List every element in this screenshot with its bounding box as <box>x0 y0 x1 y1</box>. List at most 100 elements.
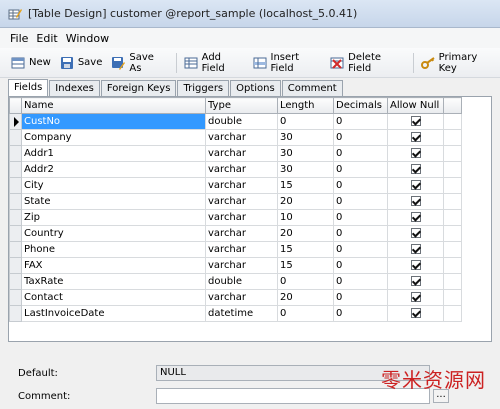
allow-null-checkbox[interactable] <box>410 276 421 286</box>
field-row[interactable]: Company varchar 30 0 <box>9 129 462 146</box>
field-type-cell[interactable]: varchar <box>205 161 278 178</box>
column-header-name[interactable]: Name <box>21 97 206 114</box>
delete-field-button[interactable]: Delete Field <box>327 52 406 74</box>
tab-triggers[interactable]: Triggers <box>177 80 230 96</box>
field-name-cell[interactable]: Country <box>21 225 206 242</box>
field-type-cell[interactable]: varchar <box>205 209 278 226</box>
field-length-cell[interactable]: 0 <box>277 113 334 130</box>
field-length-cell[interactable]: 30 <box>277 161 334 178</box>
field-decimals-cell[interactable]: 0 <box>333 257 388 274</box>
field-decimals-cell[interactable]: 0 <box>333 193 388 210</box>
allow-null-checkbox[interactable] <box>410 228 421 238</box>
menu-file[interactable]: File <box>10 32 28 45</box>
field-row[interactable]: Country varchar 20 0 <box>9 225 462 242</box>
field-type-cell[interactable]: varchar <box>205 177 278 194</box>
field-decimals-cell[interactable]: 0 <box>333 289 388 306</box>
tab-indexes[interactable]: Indexes <box>49 80 100 96</box>
field-length-cell[interactable]: 20 <box>277 225 334 242</box>
field-row[interactable]: Contact varchar 20 0 <box>9 289 462 306</box>
tab-foreign-keys[interactable]: Foreign Keys <box>100 80 177 96</box>
field-decimals-cell[interactable]: 0 <box>333 225 388 242</box>
field-length-cell[interactable]: 30 <box>277 129 334 146</box>
field-row[interactable]: CustNo double 0 0 <box>9 113 462 130</box>
field-type-cell[interactable]: datetime <box>205 305 278 322</box>
allow-null-checkbox[interactable] <box>410 260 421 270</box>
field-row[interactable]: State varchar 20 0 <box>9 193 462 210</box>
field-decimals-cell[interactable]: 0 <box>333 129 388 146</box>
field-name-cell[interactable]: LastInvoiceDate <box>21 305 206 322</box>
row-indicator[interactable] <box>9 193 22 210</box>
field-type-cell[interactable]: double <box>205 273 278 290</box>
row-indicator[interactable] <box>9 113 22 130</box>
field-decimals-cell[interactable]: 0 <box>333 145 388 162</box>
field-type-cell[interactable]: double <box>205 113 278 130</box>
column-header-length[interactable]: Length <box>277 97 334 114</box>
column-header-type[interactable]: Type <box>205 97 278 114</box>
insert-field-button[interactable]: Insert Field <box>250 52 325 74</box>
field-type-cell[interactable]: varchar <box>205 289 278 306</box>
row-indicator[interactable] <box>9 273 22 290</box>
field-length-cell[interactable]: 15 <box>277 257 334 274</box>
field-length-cell[interactable]: 20 <box>277 193 334 210</box>
allow-null-checkbox[interactable] <box>410 116 421 126</box>
field-row[interactable]: Addr1 varchar 30 0 <box>9 145 462 162</box>
field-decimals-cell[interactable]: 0 <box>333 209 388 226</box>
field-row[interactable]: Zip varchar 10 0 <box>9 209 462 226</box>
field-type-cell[interactable]: varchar <box>205 129 278 146</box>
field-name-cell[interactable]: Contact <box>21 289 206 306</box>
field-length-cell[interactable]: 20 <box>277 289 334 306</box>
column-header-decimals[interactable]: Decimals <box>333 97 388 114</box>
allow-null-checkbox[interactable] <box>410 244 421 254</box>
row-indicator[interactable] <box>9 145 22 162</box>
field-length-cell[interactable]: 0 <box>277 305 334 322</box>
tab-fields[interactable]: Fields <box>8 79 49 96</box>
save-button[interactable]: Save <box>57 52 106 74</box>
field-length-cell[interactable]: 15 <box>277 177 334 194</box>
field-type-cell[interactable]: varchar <box>205 145 278 162</box>
field-length-cell[interactable]: 15 <box>277 241 334 258</box>
allow-null-checkbox[interactable] <box>410 308 421 318</box>
field-name-cell[interactable]: Company <box>21 129 206 146</box>
field-decimals-cell[interactable]: 0 <box>333 177 388 194</box>
field-name-cell[interactable]: Phone <box>21 241 206 258</box>
field-row[interactable]: Addr2 varchar 30 0 <box>9 161 462 178</box>
menu-edit[interactable]: Edit <box>36 32 57 45</box>
menu-window[interactable]: Window <box>66 32 109 45</box>
allow-null-checkbox[interactable] <box>410 196 421 206</box>
field-decimals-cell[interactable]: 0 <box>333 273 388 290</box>
primary-key-button[interactable]: Primary Key <box>418 52 497 74</box>
field-name-cell[interactable]: CustNo <box>21 113 206 130</box>
row-indicator[interactable] <box>9 209 22 226</box>
field-type-cell[interactable]: varchar <box>205 241 278 258</box>
field-name-cell[interactable]: Addr1 <box>21 145 206 162</box>
allow-null-checkbox[interactable] <box>410 164 421 174</box>
field-decimals-cell[interactable]: 0 <box>333 161 388 178</box>
field-name-cell[interactable]: State <box>21 193 206 210</box>
row-indicator[interactable] <box>9 225 22 242</box>
row-indicator[interactable] <box>9 161 22 178</box>
allow-null-checkbox[interactable] <box>410 180 421 190</box>
new-button[interactable]: New <box>8 52 54 74</box>
field-name-cell[interactable]: Zip <box>21 209 206 226</box>
field-decimals-cell[interactable]: 0 <box>333 113 388 130</box>
allow-null-checkbox[interactable] <box>410 212 421 222</box>
field-decimals-cell[interactable]: 0 <box>333 241 388 258</box>
field-row[interactable]: City varchar 15 0 <box>9 177 462 194</box>
field-type-cell[interactable]: varchar <box>205 225 278 242</box>
row-indicator[interactable] <box>9 129 22 146</box>
row-indicator[interactable] <box>9 241 22 258</box>
field-name-cell[interactable]: Addr2 <box>21 161 206 178</box>
field-name-cell[interactable]: TaxRate <box>21 273 206 290</box>
field-row[interactable]: FAX varchar 15 0 <box>9 257 462 274</box>
tab-comment[interactable]: Comment <box>281 80 343 96</box>
field-row[interactable]: TaxRate double 0 0 <box>9 273 462 290</box>
field-type-cell[interactable]: varchar <box>205 193 278 210</box>
row-indicator[interactable] <box>9 177 22 194</box>
row-indicator[interactable] <box>9 305 22 322</box>
field-row[interactable]: LastInvoiceDate datetime 0 0 <box>9 305 462 322</box>
field-type-cell[interactable]: varchar <box>205 257 278 274</box>
field-name-cell[interactable]: City <box>21 177 206 194</box>
row-indicator[interactable] <box>9 257 22 274</box>
tab-options[interactable]: Options <box>230 80 281 96</box>
field-length-cell[interactable]: 10 <box>277 209 334 226</box>
